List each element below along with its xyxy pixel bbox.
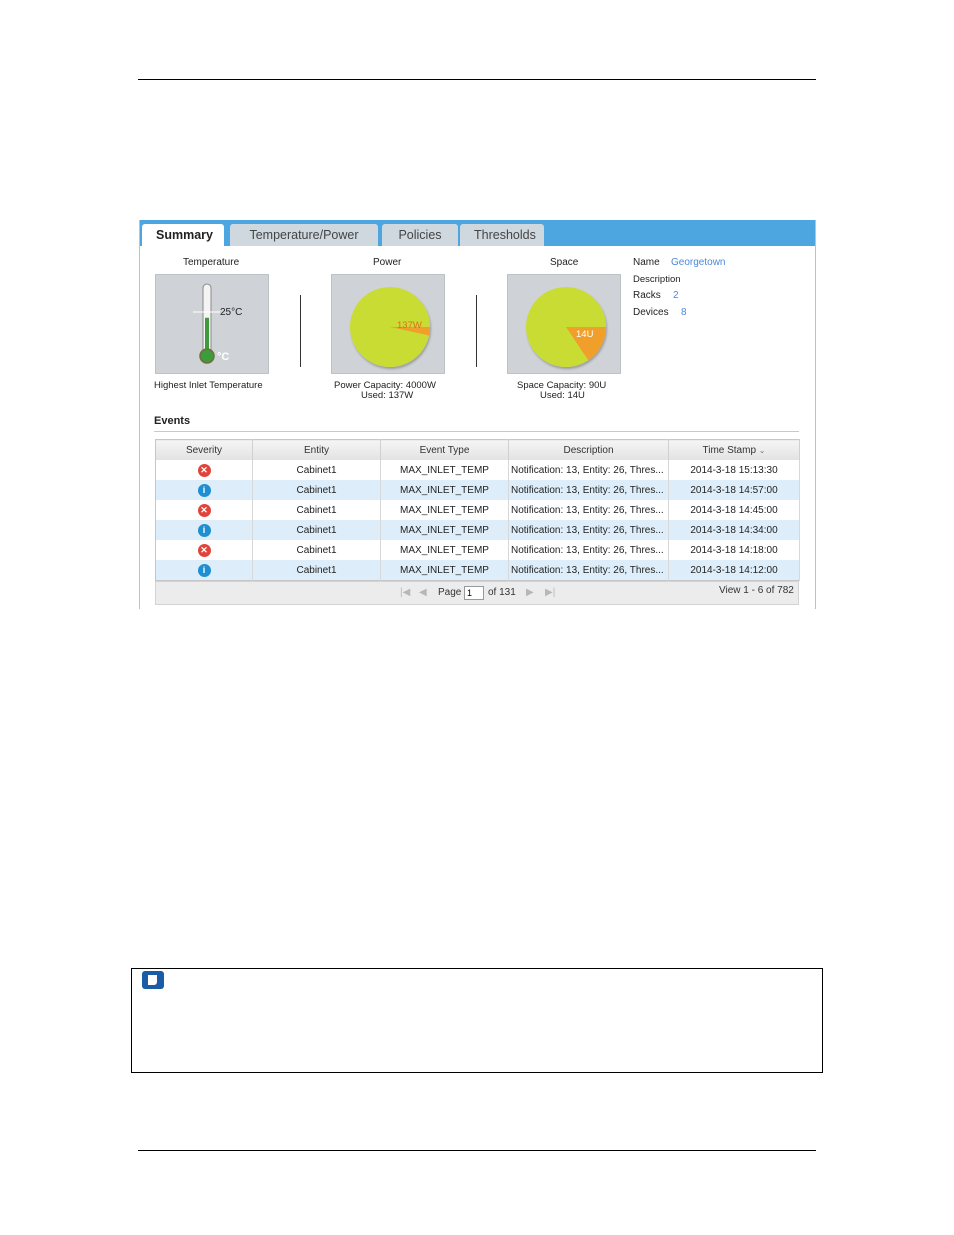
table-row[interactable]: i Cabinet1 MAX_INLET_TEMP Notification: 13,… (155, 520, 800, 540)
entity-cell: Cabinet1 (252, 540, 381, 560)
last-page-icon[interactable]: ▶| (545, 587, 555, 598)
column-header-severity[interactable]: Severity (155, 439, 253, 460)
description-cell: Notification: 13, Entity: 26, Thres... (508, 560, 669, 581)
info-icon: i (197, 563, 211, 577)
events-divider (154, 431, 799, 432)
info-icon: i (197, 523, 211, 537)
event-type-cell: MAX_INLET_TEMP (380, 480, 509, 500)
table-row[interactable]: i Cabinet1 MAX_INLET_TEMP Notification: 13,… (155, 560, 800, 581)
timestamp-cell: 2014-3-18 14:12:00 (668, 560, 800, 581)
tab-policies[interactable]: Policies (382, 224, 458, 246)
space-title: Space (550, 257, 579, 268)
header-rule (138, 79, 816, 80)
divider (476, 295, 477, 367)
severity-cell: i (155, 560, 253, 581)
info-devices-value[interactable]: 8 (681, 307, 687, 318)
timestamp-cell: 2014-3-18 14:45:00 (668, 500, 800, 520)
description-cell: Notification: 13, Entity: 26, Thres... (508, 480, 669, 500)
column-header-event-type[interactable]: Event Type (380, 439, 509, 460)
space-value: 14U (576, 329, 594, 340)
severity-cell: ✕ (155, 460, 253, 480)
timestamp-cell: 2014-3-18 15:13:30 (668, 460, 800, 480)
power-title: Power (373, 257, 402, 268)
error-icon: ✕ (197, 463, 211, 477)
temperature-title: Temperature (183, 257, 240, 268)
thermometer-icon (193, 283, 220, 364)
event-type-cell: MAX_INLET_TEMP (380, 540, 509, 560)
severity-cell: i (155, 480, 253, 500)
summary-panel: Summary Temperature/Power Policies Thres… (139, 220, 816, 609)
description-cell: Notification: 13, Entity: 26, Thres... (508, 460, 669, 480)
timestamp-cell: 2014-3-18 14:18:00 (668, 540, 800, 560)
description-cell: Notification: 13, Entity: 26, Thres... (508, 500, 669, 520)
first-page-icon[interactable]: |◀ (400, 587, 410, 598)
info-racks-label: Racks (633, 290, 661, 301)
power-widget: 137W (331, 274, 445, 374)
severity-cell: ✕ (155, 540, 253, 560)
event-type-cell: MAX_INLET_TEMP (380, 560, 509, 581)
description-cell: Notification: 13, Entity: 26, Thres... (508, 520, 669, 540)
table-row[interactable]: ✕ Cabinet1 MAX_INLET_TEMP Notification: 13,… (155, 460, 800, 480)
sort-desc-icon: ⌄ (758, 445, 766, 455)
timestamp-cell: 2014-3-18 14:34:00 (668, 520, 800, 540)
power-value: 137W (397, 320, 422, 331)
divider (300, 295, 301, 367)
column-header-description[interactable]: Description (508, 439, 669, 460)
column-header-time-stamp[interactable]: Time Stamp ⌄ (668, 439, 800, 460)
power-used: Used: 137W (361, 390, 414, 401)
page-label: Page (438, 587, 462, 598)
severity-cell: ✕ (155, 500, 253, 520)
time-stamp-label: Time Stamp (702, 444, 757, 456)
table-row[interactable]: i Cabinet1 MAX_INLET_TEMP Notification: 13,… (155, 480, 800, 500)
events-table: Severity Entity Event Type Description T… (155, 439, 800, 581)
column-header-entity[interactable]: Entity (252, 439, 381, 460)
info-name-label: Name (633, 257, 660, 268)
temperature-caption: Highest Inlet Temperature (154, 380, 263, 391)
next-page-icon[interactable]: ▶ (526, 587, 534, 598)
info-icon: i (197, 483, 211, 497)
entity-cell: Cabinet1 (252, 560, 381, 581)
space-used: Used: 14U (540, 390, 585, 401)
page-total: of 131 (488, 587, 516, 598)
space-pie (526, 287, 606, 367)
table-row[interactable]: ✕ Cabinet1 MAX_INLET_TEMP Notification: 13,… (155, 540, 800, 560)
note-box (131, 968, 823, 1073)
tab-bar: Summary Temperature/Power Policies Thres… (140, 220, 815, 246)
view-count: View 1 - 6 of 782 (719, 585, 794, 596)
event-type-cell: MAX_INLET_TEMP (380, 460, 509, 480)
event-type-cell: MAX_INLET_TEMP (380, 520, 509, 540)
tab-summary[interactable]: Summary (142, 224, 224, 246)
page-input[interactable] (464, 586, 484, 600)
description-cell: Notification: 13, Entity: 26, Thres... (508, 540, 669, 560)
entity-cell: Cabinet1 (252, 480, 381, 500)
tab-thresholds[interactable]: Thresholds (460, 224, 544, 246)
temperature-unit: °C (217, 351, 230, 363)
info-racks-value[interactable]: 2 (673, 290, 679, 301)
events-title: Events (154, 415, 191, 427)
entity-cell: Cabinet1 (252, 520, 381, 540)
event-type-cell: MAX_INLET_TEMP (380, 500, 509, 520)
table-row[interactable]: ✕ Cabinet1 MAX_INLET_TEMP Notification: 13,… (155, 500, 800, 520)
info-devices-label: Devices (633, 307, 669, 318)
temperature-widget: 25°C °C (155, 274, 269, 374)
tab-temperature-power[interactable]: Temperature/Power (230, 224, 378, 246)
footer-rule (138, 1150, 816, 1151)
info-name-value[interactable]: Georgetown (671, 257, 725, 268)
note-icon (142, 971, 164, 989)
error-icon: ✕ (197, 543, 211, 557)
temperature-value: 25°C (220, 307, 243, 318)
pager: |◀ ◀ Page of 131 ▶ ▶| View 1 - 6 of 782 (155, 581, 799, 605)
timestamp-cell: 2014-3-18 14:57:00 (668, 480, 800, 500)
entity-cell: Cabinet1 (252, 500, 381, 520)
space-widget: 14U (507, 274, 621, 374)
entity-cell: Cabinet1 (252, 460, 381, 480)
info-description-label: Description (633, 274, 681, 285)
severity-cell: i (155, 520, 253, 540)
error-icon: ✕ (197, 503, 211, 517)
prev-page-icon[interactable]: ◀ (419, 587, 427, 598)
table-header-row: Severity Entity Event Type Description T… (155, 439, 800, 460)
